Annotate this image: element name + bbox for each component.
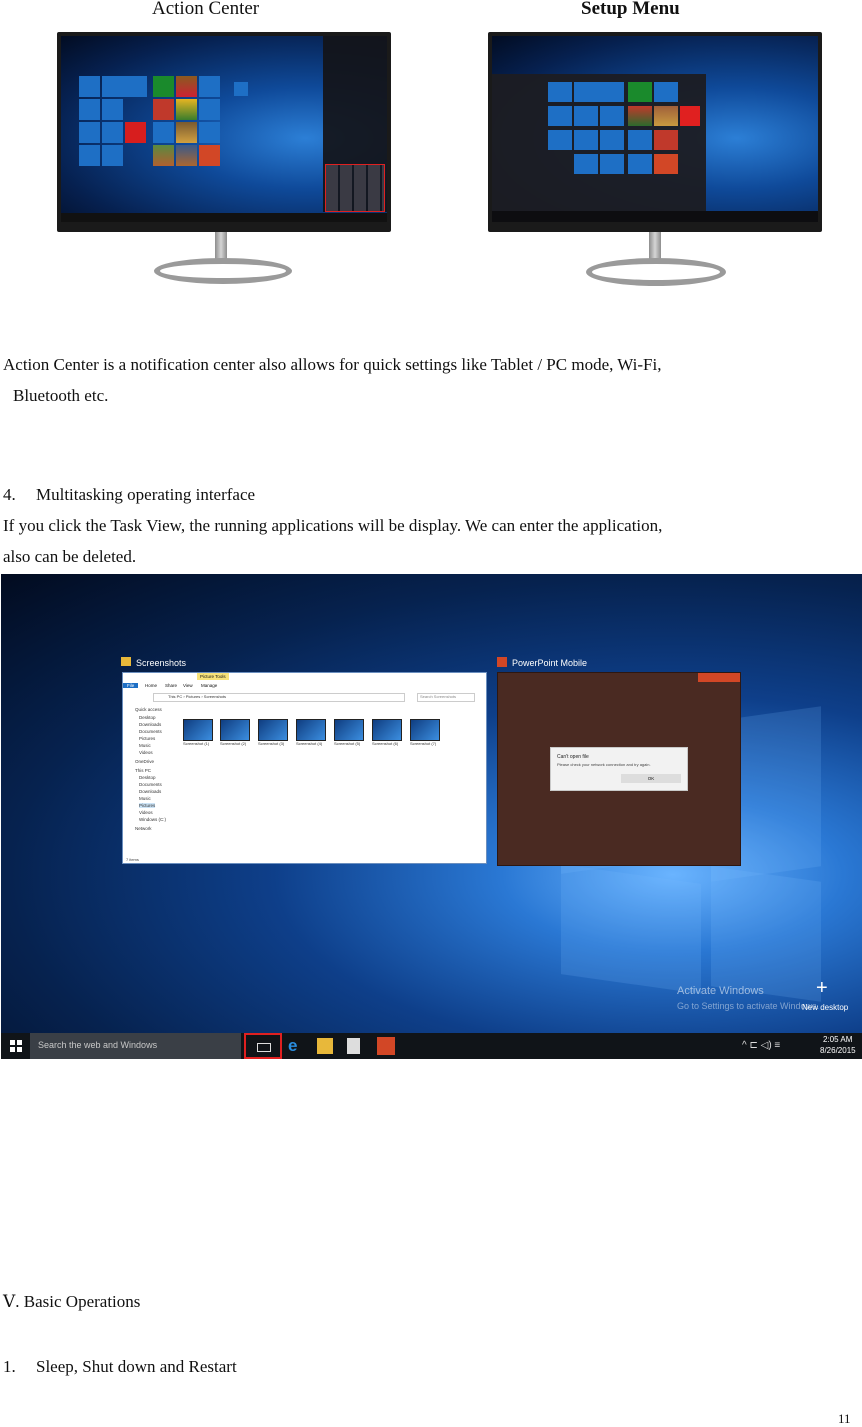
nav-onedrive[interactable]: OneDrive — [135, 759, 154, 764]
nav-pc-documents[interactable]: Documents — [139, 782, 162, 787]
nav-downloads[interactable]: Downloads — [139, 722, 161, 727]
task-view-screenshot: Screenshots Picture Tools File Home Shar… — [1, 574, 862, 1059]
section-1-title: Sleep, Shut down and Restart — [36, 1357, 237, 1376]
explorer-window-title: Screenshots — [136, 658, 187, 668]
nav-windows-c[interactable]: Windows (C:) — [139, 817, 166, 822]
task-view-icon — [257, 1043, 271, 1052]
ribbon-tab-manage[interactable]: Manage — [201, 683, 217, 688]
thumbnail-label: Screenshot (6) — [372, 741, 399, 746]
nav-pc-videos[interactable]: Videos — [139, 810, 153, 815]
clock-date[interactable]: 8/26/2015 — [820, 1046, 856, 1055]
mini-taskbar — [492, 211, 818, 222]
plus-icon[interactable]: + — [816, 978, 828, 998]
task-view-description-2: also can be deleted. — [3, 547, 137, 566]
powerpoint-icon — [497, 657, 507, 667]
action-center-caption: Action Center — [152, 0, 260, 19]
file-explorer-icon[interactable] — [317, 1038, 333, 1054]
nav-quick-access[interactable]: Quick access — [135, 707, 162, 712]
screenshot-thumbnail[interactable] — [258, 719, 288, 741]
thumbnail-label: Screenshot (5) — [334, 741, 361, 746]
ppt-window-controls — [698, 673, 740, 682]
explorer-search-placeholder: Search Screenshots — [420, 694, 457, 699]
explorer-address-bar[interactable]: This PC › Pictures › Screenshots — [153, 693, 405, 702]
explorer-path: This PC › Pictures › Screenshots — [168, 694, 227, 699]
screenshot-thumbnail[interactable] — [334, 719, 364, 741]
nav-pictures[interactable]: Pictures — [139, 736, 155, 741]
thumbnail-label: Screenshot (7) — [410, 741, 437, 746]
setup-menu-monitor — [488, 32, 822, 286]
thumbnail-label: Screenshot (4) — [296, 741, 323, 746]
monitor-screen — [492, 36, 818, 222]
monitor-stand-base — [586, 258, 726, 286]
explorer-search[interactable]: Search Screenshots — [417, 693, 475, 702]
new-desktop-button[interactable]: New desktop — [802, 1003, 848, 1012]
picture-tools-tab[interactable]: Picture Tools — [197, 673, 229, 680]
nav-this-pc[interactable]: This PC — [135, 768, 151, 773]
action-center-description: Action Center is a notification center a… — [3, 355, 662, 374]
screenshot-thumbnail[interactable] — [220, 719, 250, 741]
section-4-title: Multitasking operating interface — [36, 485, 256, 504]
thumbnail-label: Screenshot (2) — [220, 741, 247, 746]
section-1-number: 1. — [3, 1357, 16, 1376]
thumbnail-label: Screenshot (1) — [183, 741, 210, 746]
ribbon-tab-home[interactable]: Home — [145, 683, 157, 688]
section-1-heading: 1. Sleep, Shut down and Restart — [3, 1351, 859, 1382]
explorer-window[interactable]: Picture Tools File Home Share View Manag… — [122, 672, 487, 864]
monitor-stand-base — [154, 258, 292, 284]
monitor-screen — [61, 36, 387, 222]
windows-taskbar: Search the web and Windows e ^ ⊏ ◁) ≡ 2:… — [1, 1033, 862, 1059]
nav-videos[interactable]: Videos — [139, 750, 153, 755]
task-view-description-1: If you click the Task View, the running … — [3, 516, 663, 535]
explorer-nav-pane: Quick access Desktop Downloads Documents… — [123, 703, 175, 853]
nav-pc-pictures[interactable]: Pictures — [139, 803, 156, 808]
setup-menu-caption: Setup Menu — [581, 0, 680, 19]
nav-desktop[interactable]: Desktop — [139, 715, 156, 720]
nav-pc-desktop[interactable]: Desktop — [139, 775, 156, 780]
activate-windows-title: Activate Windows — [677, 985, 764, 997]
mini-taskbar — [61, 213, 387, 222]
dialog-ok-button[interactable]: OK — [621, 774, 681, 783]
taskbar-search-box[interactable]: Search the web and Windows — [30, 1033, 241, 1059]
clock-time[interactable]: 2:05 AM — [823, 1035, 852, 1044]
folder-icon — [121, 657, 131, 666]
explorer-status: 7 items — [126, 857, 139, 862]
monitor-bezel — [488, 32, 822, 232]
task-view-button[interactable] — [244, 1033, 282, 1059]
quick-settings-highlight — [325, 164, 385, 212]
nav-documents[interactable]: Documents — [139, 729, 162, 734]
ribbon-tab-share[interactable]: Share — [165, 683, 177, 688]
thumbnail-label: Screenshot (3) — [258, 741, 285, 746]
dialog-title: Can't open file — [557, 754, 589, 760]
system-tray-icons[interactable]: ^ ⊏ ◁) ≡ — [742, 1040, 780, 1051]
monitor-bezel — [57, 32, 391, 232]
explorer-ribbon: File Home Share View Manage — [123, 683, 486, 691]
dialog-body: Please check your network connection and… — [557, 762, 651, 767]
ribbon-tab-view[interactable]: View — [183, 683, 193, 688]
screenshot-thumbnail[interactable] — [183, 719, 213, 741]
section-4-number: 4. — [3, 485, 16, 504]
windows-start-icon[interactable] — [10, 1040, 22, 1052]
nav-network[interactable]: Network — [135, 826, 152, 831]
section-v-heading: Ⅴ. Basic Operations — [3, 1292, 141, 1311]
powerpoint-taskbar-icon[interactable] — [377, 1037, 395, 1055]
powerpoint-window[interactable]: Can't open file Please check your networ… — [497, 672, 741, 866]
screenshot-thumbnail[interactable] — [296, 719, 326, 741]
section-4-heading: 4. Multitasking operating interface — [3, 479, 859, 510]
ribbon-tab-file[interactable]: File — [123, 683, 139, 688]
nav-music[interactable]: Music — [139, 743, 151, 748]
screenshot-thumbnail[interactable] — [410, 719, 440, 741]
screenshot-thumbnail[interactable] — [372, 719, 402, 741]
activate-windows-subtitle: Go to Settings to activate Windows. — [677, 1001, 820, 1011]
edge-icon[interactable]: e — [288, 1037, 304, 1054]
nav-pc-music[interactable]: Music — [139, 796, 151, 801]
error-dialog: Can't open file Please check your networ… — [550, 747, 688, 791]
page-number: 11 — [838, 1411, 851, 1426]
taskbar-search-placeholder: Search the web and Windows — [38, 1040, 158, 1050]
action-center-monitor — [57, 32, 391, 284]
store-icon[interactable] — [347, 1038, 360, 1054]
nav-pc-downloads[interactable]: Downloads — [139, 789, 161, 794]
powerpoint-window-title: PowerPoint Mobile — [512, 658, 588, 668]
action-center-description-cont: Bluetooth etc. — [13, 386, 109, 405]
